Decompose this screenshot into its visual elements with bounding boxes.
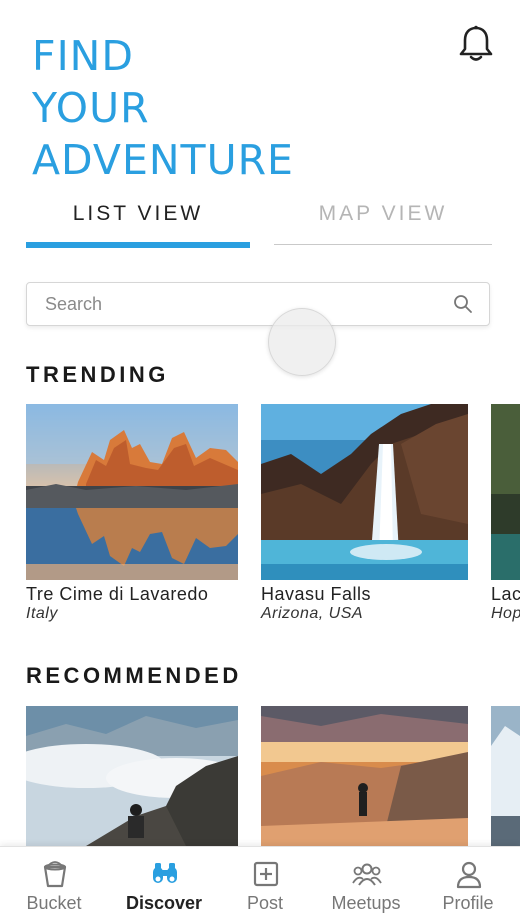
group-icon [352, 863, 382, 886]
trending-card-tre-cime[interactable]: Tre Cime di Lavaredo Italy [26, 404, 238, 623]
tab-map-view[interactable]: MAP VIEW [274, 196, 492, 248]
page-title: FIND YOUR ADVENTURE [32, 30, 294, 186]
nav-meetups-label: Meetups [331, 893, 401, 913]
card-location: Italy [26, 605, 58, 622]
card-image [491, 706, 520, 846]
search-icon[interactable] [453, 294, 473, 314]
notifications-button[interactable] [458, 24, 494, 64]
plus-square-icon [253, 861, 279, 887]
recommended-card-1[interactable] [26, 706, 238, 846]
nav-post[interactable]: Post [213, 847, 317, 924]
title-line-1: FIND [32, 32, 134, 80]
recommended-card-2[interactable] [261, 706, 468, 846]
trending-card-partial[interactable]: Lac Hop [491, 404, 520, 623]
tab-map-view-label: MAP VIEW [318, 202, 448, 225]
trending-card-havasu-falls[interactable]: Havasu Falls Arizona, USA [261, 404, 468, 623]
card-title: Havasu Falls [261, 584, 372, 604]
card-image [26, 706, 238, 846]
view-tabs: LIST VIEW MAP VIEW [26, 196, 492, 248]
card-image [261, 404, 468, 580]
person-icon [456, 861, 482, 889]
title-line-2: YOUR [32, 84, 150, 132]
nav-post-label: Post [246, 893, 284, 913]
card-title: Lac [491, 584, 520, 604]
title-line-3: ADVENTURE [32, 136, 294, 184]
bottom-nav: Bucket Discover Post Meetups Profile [0, 846, 520, 924]
recommended-heading: RECOMMENDED [26, 663, 242, 688]
tab-list-view[interactable]: LIST VIEW [26, 196, 250, 248]
nav-profile[interactable]: Profile [416, 847, 520, 924]
card-image [261, 706, 468, 846]
card-title: Tre Cime di Lavaredo [26, 584, 209, 604]
bucket-icon [43, 861, 67, 888]
search-bar [26, 282, 490, 326]
nav-discover-label: Discover [125, 893, 203, 913]
card-location: Hop [491, 605, 520, 622]
binoculars-icon [153, 863, 177, 883]
search-input[interactable] [45, 283, 445, 325]
nav-discover[interactable]: Discover [112, 847, 216, 924]
card-image [491, 404, 520, 580]
tab-underline [274, 244, 492, 245]
active-tab-indicator [26, 242, 250, 248]
recommended-card-partial[interactable] [491, 706, 520, 846]
nav-bucket-label: Bucket [26, 893, 82, 913]
nav-bucket[interactable]: Bucket [2, 847, 106, 924]
nav-meetups[interactable]: Meetups [314, 847, 418, 924]
touch-indicator [268, 308, 336, 376]
tab-list-view-label: LIST VIEW [72, 202, 204, 225]
nav-profile-label: Profile [442, 893, 494, 913]
trending-heading: TRENDING [26, 362, 169, 387]
card-image [26, 404, 238, 580]
bell-icon [459, 25, 493, 61]
card-location: Arizona, USA [261, 605, 364, 622]
